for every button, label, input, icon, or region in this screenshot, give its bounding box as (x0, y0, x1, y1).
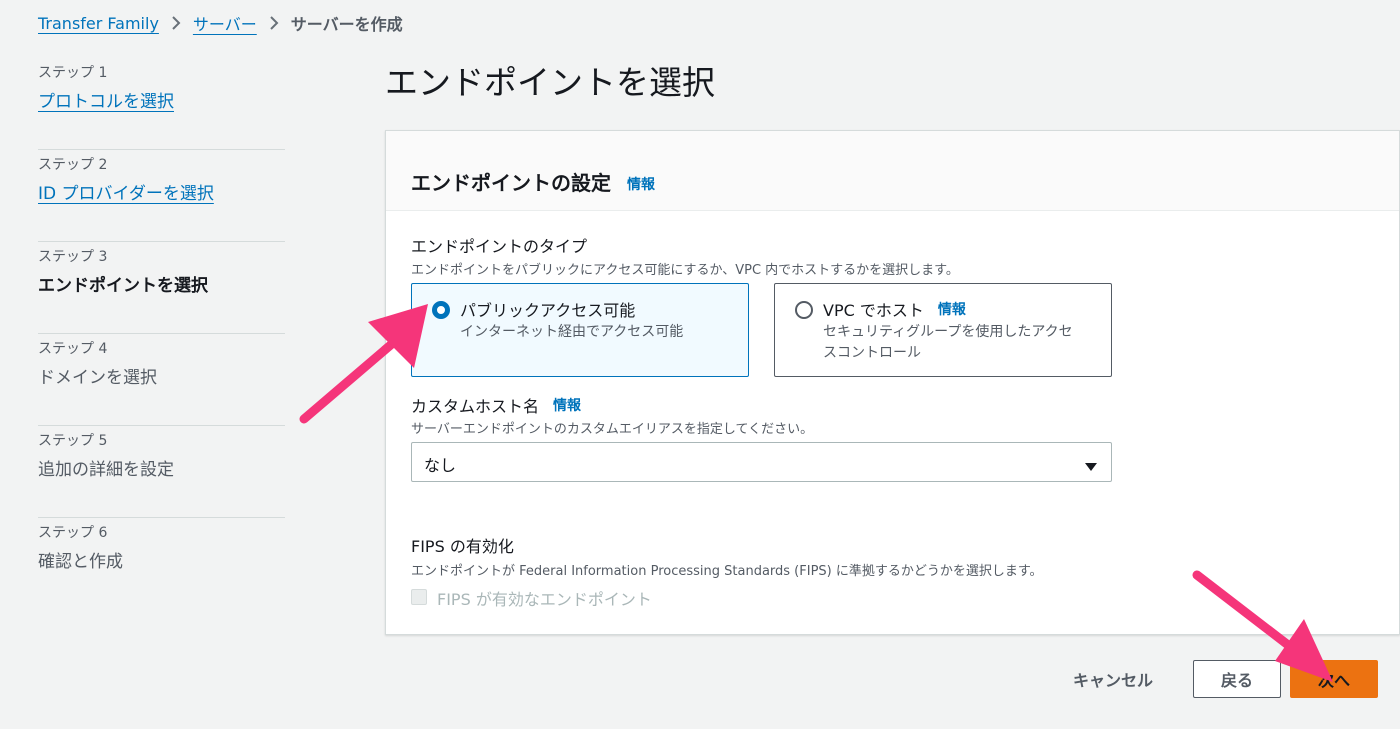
step-number: ステップ 4 (38, 341, 108, 357)
step-number: ステップ 6 (38, 525, 108, 541)
step-link-identity-provider[interactable]: ID プロバイダーを選択 (38, 182, 285, 206)
info-link[interactable]: 情報 (553, 395, 581, 415)
step-link-protocol[interactable]: プロトコルを選択 (38, 90, 285, 114)
info-link[interactable]: 情報 (627, 174, 655, 194)
custom-hostname-description: サーバーエンドポイントのカスタムエイリアスを指定してください。 (411, 422, 814, 437)
back-button[interactable]: 戻る (1193, 660, 1281, 698)
wizard-step-4: ステップ 4 ドメインを選択 (38, 334, 285, 426)
breadcrumb-transfer-family[interactable]: Transfer Family (38, 14, 159, 33)
step-title-review: 確認と作成 (38, 552, 123, 572)
wizard-step-5: ステップ 5 追加の詳細を設定 (38, 426, 285, 518)
fips-checkbox-label: FIPS が有効なエンドポイント (437, 590, 652, 609)
endpoint-settings-panel: エンドポイントの設定 情報 エンドポイントのタイプ エンドポイントをパブリックに… (385, 130, 1400, 635)
radio-button[interactable] (795, 301, 813, 319)
option-description: セキュリティグループを使用したアクセ スコントロール (823, 324, 1073, 361)
step-number: ステップ 3 (38, 249, 108, 265)
info-link[interactable]: 情報 (938, 299, 966, 319)
select-value: なし (424, 456, 457, 475)
option-description: インターネット経由でアクセス可能 (460, 324, 684, 340)
wizard-step-1: ステップ 1 プロトコルを選択 (38, 58, 285, 150)
wizard-step-2: ステップ 2 ID プロバイダーを選択 (38, 150, 285, 242)
endpoint-option-public[interactable]: パブリックアクセス可能 インターネット経由でアクセス可能 (411, 283, 749, 377)
caret-down-icon (1084, 457, 1098, 476)
breadcrumb: Transfer Family サーバー サーバーを作成 (38, 10, 403, 36)
chevron-right-icon (257, 15, 291, 31)
panel-header: エンドポイントの設定 情報 (386, 131, 1399, 211)
step-title-details: 追加の詳細を設定 (38, 460, 174, 480)
option-title: パブリックアクセス可能 (460, 301, 636, 320)
custom-hostname-label: カスタムホスト名 情報 (411, 395, 582, 416)
fips-description: エンドポイントが Federal Information Processing … (411, 564, 1043, 579)
panel-body: エンドポイントのタイプ エンドポイントをパブリックにアクセス可能にするか、VPC… (386, 211, 1399, 631)
fips-checkbox[interactable] (411, 589, 427, 605)
cancel-button[interactable]: キャンセル (1060, 662, 1166, 696)
endpoint-type-description: エンドポイントをパブリックにアクセス可能にするか、VPC 内でホストするかを選択… (411, 263, 959, 278)
page-title: エンドポイントを選択 (385, 63, 715, 102)
step-current-endpoint: エンドポイントを選択 (38, 276, 208, 296)
step-number: ステップ 1 (38, 65, 108, 81)
step-title-domain: ドメインを選択 (38, 368, 157, 388)
fips-label: FIPS の有効化 (411, 537, 514, 556)
chevron-right-icon (159, 15, 193, 31)
endpoint-option-vpc[interactable]: VPC でホスト 情報 セキュリティグループを使用したアクセ スコントロール (774, 283, 1112, 377)
breadcrumb-current: サーバーを作成 (290, 15, 403, 34)
wizard-step-6: ステップ 6 確認と作成 (38, 518, 285, 610)
custom-hostname-select[interactable]: なし (411, 442, 1112, 482)
wizard-step-3: ステップ 3 エンドポイントを選択 (38, 242, 285, 334)
wizard-steps: ステップ 1 プロトコルを選択 ステップ 2 ID プロバイダーを選択 ステップ… (38, 58, 285, 610)
endpoint-type-label: エンドポイントのタイプ (411, 237, 588, 256)
next-button[interactable]: 次へ (1290, 660, 1378, 698)
radio-button-selected[interactable] (432, 301, 450, 319)
option-title: VPC でホスト 情報 (823, 299, 966, 320)
step-number: ステップ 5 (38, 433, 108, 449)
panel-title: エンドポイントの設定 (411, 170, 611, 195)
breadcrumb-servers[interactable]: サーバー (193, 11, 257, 35)
step-number: ステップ 2 (38, 157, 108, 173)
